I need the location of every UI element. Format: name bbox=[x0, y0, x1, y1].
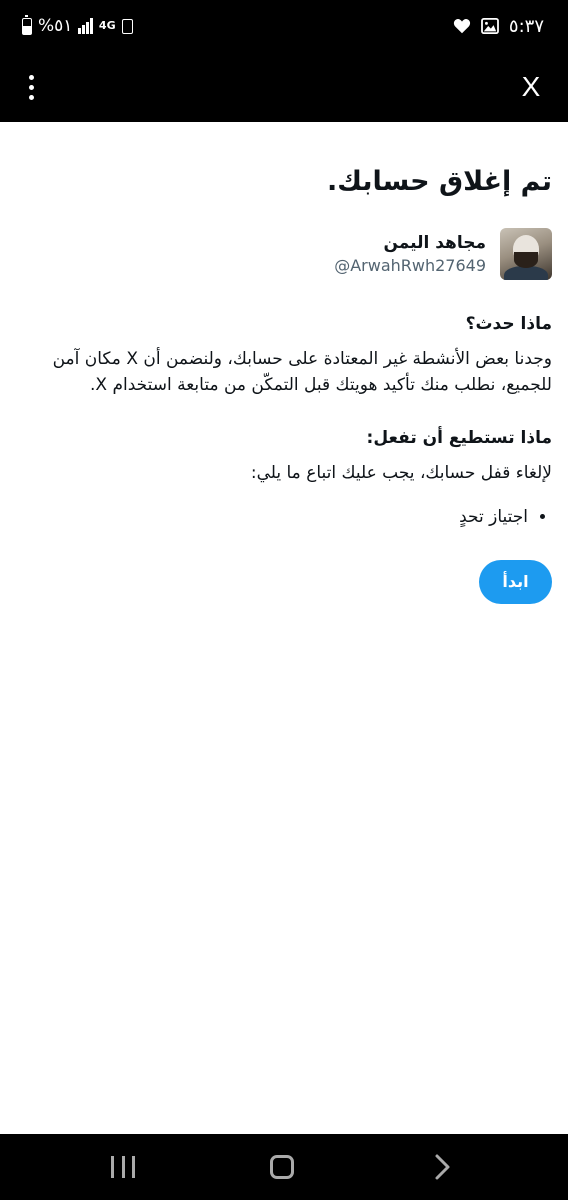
user-info: مجاهد اليمن @ArwahRwh27649 bbox=[334, 231, 486, 277]
page-title: تم إغلاق حسابك. bbox=[326, 166, 552, 197]
avatar bbox=[500, 228, 552, 280]
what-happened-heading: ماذا حدث؟ bbox=[465, 314, 552, 334]
status-bar: %٥١ 4G ٥:٣٧ bbox=[0, 0, 568, 52]
steps-list: اجتياز تحدٍ bbox=[16, 504, 552, 530]
signal-bars-icon bbox=[78, 18, 93, 34]
image-icon bbox=[481, 18, 499, 34]
navigation-bar bbox=[0, 1134, 568, 1200]
battery-percent: %٥١ bbox=[38, 16, 73, 36]
status-right: ٥:٣٧ bbox=[453, 14, 544, 38]
user-handle: @ArwahRwh27649 bbox=[334, 256, 486, 275]
back-chevron-icon[interactable] bbox=[432, 1152, 454, 1182]
app-bar: X bbox=[0, 52, 568, 122]
user-card: مجاهد اليمن @ArwahRwh27649 bbox=[16, 228, 552, 280]
status-left: %٥١ 4G bbox=[22, 14, 133, 38]
what-to-do-heading: ماذا تستطيع أن تفعل: bbox=[366, 428, 552, 448]
start-button[interactable]: ابدأ bbox=[479, 560, 552, 604]
what-happened-text: وجدنا بعض الأنشطة غير المعتادة على حسابك… bbox=[52, 349, 552, 395]
4g-network-icon: 4G bbox=[98, 19, 116, 32]
list-item: اجتياز تحدٍ bbox=[16, 504, 528, 530]
more-vertical-icon[interactable] bbox=[18, 68, 44, 106]
recent-apps-icon[interactable] bbox=[111, 1156, 135, 1178]
clock: ٥:٣٧ bbox=[508, 15, 544, 37]
x-logo-icon[interactable]: X bbox=[514, 68, 548, 106]
heart-icon bbox=[453, 19, 471, 34]
sim-icon bbox=[121, 18, 133, 34]
main-content: تم إغلاق حسابك. مجاهد اليمن @ArwahRwh276… bbox=[0, 122, 568, 1134]
battery-icon bbox=[22, 14, 32, 35]
user-name: مجاهد اليمن bbox=[383, 233, 486, 253]
home-icon[interactable] bbox=[270, 1155, 294, 1179]
what-to-do-text: لإلغاء قفل حسابك، يجب عليك اتباع ما يلي: bbox=[250, 463, 552, 483]
